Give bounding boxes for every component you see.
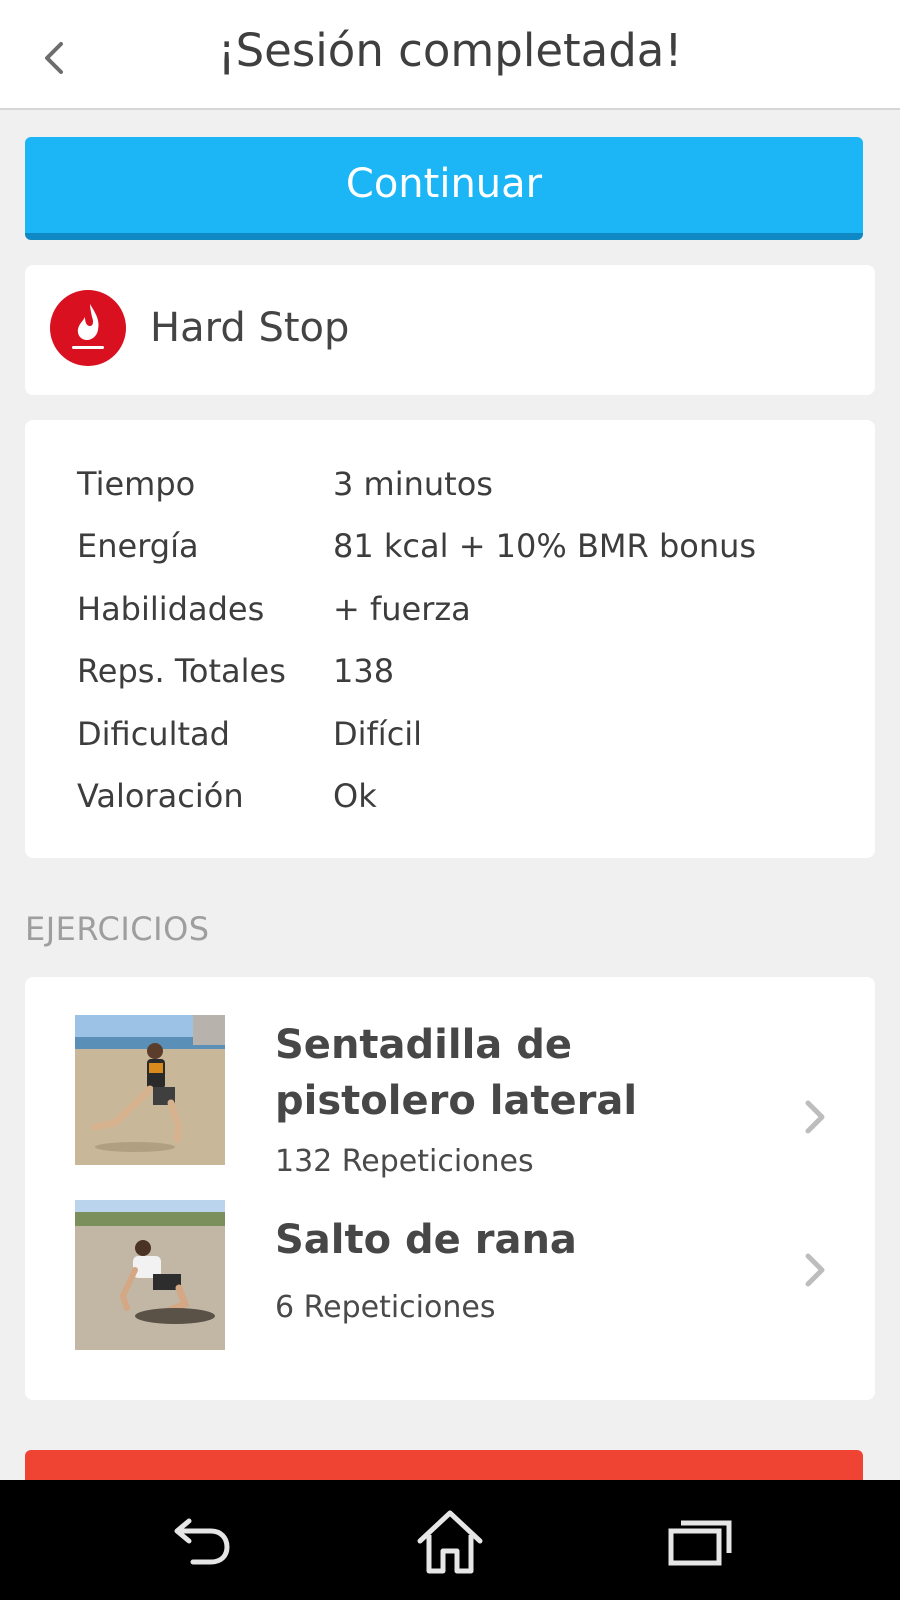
flame-icon: [72, 304, 104, 349]
back-button[interactable]: [30, 30, 76, 86]
exercise-item[interactable]: Sentadilla de pistolero lateral 132 Repe…: [25, 1015, 875, 1195]
stat-value: Ok: [333, 777, 377, 815]
stat-label: Dificultad: [77, 715, 230, 753]
nav-home-icon: [417, 1510, 483, 1574]
exercises-card: Sentadilla de pistolero lateral 132 Repe…: [25, 977, 875, 1400]
continue-button[interactable]: Continuar: [25, 137, 863, 240]
exercise-name: Sentadilla de pistolero lateral: [275, 1022, 638, 1124]
bottom-action-button[interactable]: [25, 1450, 863, 1480]
nav-recents-button[interactable]: [655, 1504, 745, 1580]
stat-value: 81 kcal + 10% BMR bonus: [333, 527, 757, 565]
stat-label: Tiempo: [77, 465, 196, 503]
session-stats-card: Tiempo 3 minutos Energía 81 kcal + 10% B…: [25, 420, 875, 858]
exercise-reps: 132 Repeticiones: [275, 1144, 534, 1179]
page-title: ¡Sesión completada!: [217, 24, 683, 77]
exercise-name: Salto de rana: [275, 1217, 577, 1263]
exercise-item[interactable]: Salto de rana 6 Repeticiones: [25, 1200, 875, 1350]
app-header: ¡Sesión completada!: [0, 0, 900, 110]
workout-name: Hard Stop: [150, 305, 350, 351]
chevron-right-icon: [800, 1250, 830, 1290]
stat-label: Habilidades: [77, 590, 265, 628]
chevron-right-icon: [800, 1097, 830, 1137]
nav-home-button[interactable]: [405, 1504, 495, 1580]
stat-value: 3 minutos: [333, 465, 493, 503]
stat-label: Valoración: [77, 777, 244, 815]
system-nav-bar: [0, 1480, 900, 1600]
back-arrow-icon: [45, 42, 63, 74]
workout-badge: [50, 290, 126, 366]
exercise-reps: 6 Repeticiones: [275, 1290, 496, 1325]
workout-card[interactable]: Hard Stop: [25, 265, 875, 395]
exercises-section-title: EJERCICIOS: [25, 910, 210, 948]
nav-back-icon: [174, 1518, 230, 1565]
exercise-thumbnail: [75, 1200, 225, 1350]
stat-value: 138: [333, 652, 395, 690]
stat-value: + fuerza: [333, 590, 471, 628]
nav-recents-icon: [668, 1520, 732, 1566]
exercise-thumbnail: [75, 1015, 225, 1165]
stat-value: Difícil: [333, 715, 423, 753]
stat-label: Reps. Totales: [77, 652, 286, 690]
nav-back-button[interactable]: [155, 1504, 245, 1580]
stat-label: Energía: [77, 527, 199, 565]
